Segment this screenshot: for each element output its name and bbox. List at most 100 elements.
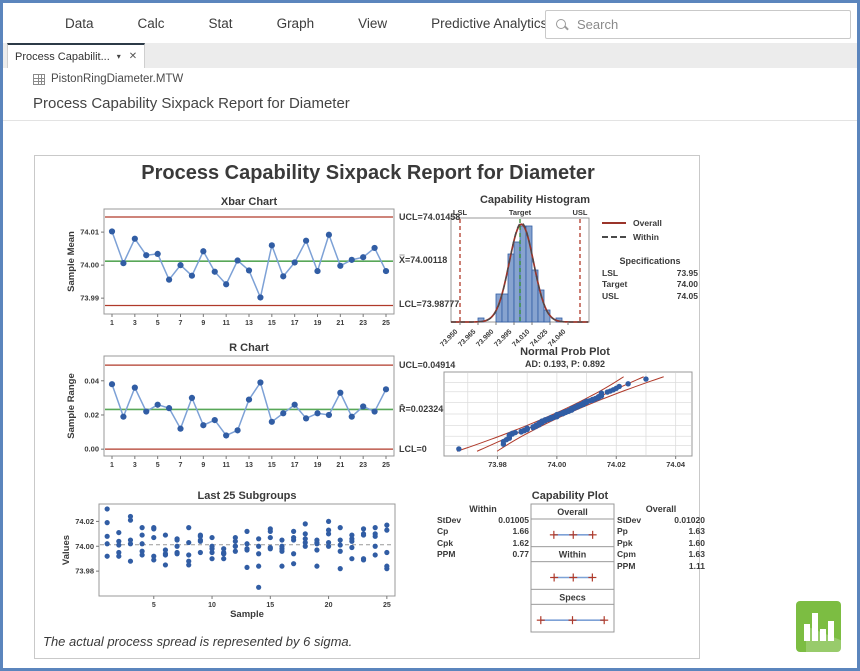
menu-data[interactable]: Data (65, 16, 94, 31)
report-canvas: 73.9974.0074.01135791113151719212325Samp… (35, 156, 699, 658)
xbar-lcl-label: LCL=73.98777 (399, 299, 459, 309)
search-icon (555, 18, 569, 32)
svg-text:73.98: 73.98 (75, 567, 94, 576)
divider (3, 120, 857, 121)
minitab-window: Data Calc Stat Graph View Predictive Ana… (0, 0, 860, 671)
svg-text:25: 25 (382, 462, 390, 469)
menu-view[interactable]: View (358, 16, 387, 31)
worksheet-grid-icon (33, 74, 45, 85)
svg-text:0.02: 0.02 (84, 410, 99, 419)
svg-text:15: 15 (266, 602, 274, 609)
worksheet-name[interactable]: PistonRingDiameter.MTW (51, 73, 183, 85)
histogram-title: Capability Histogram (440, 194, 630, 206)
svg-text:3: 3 (133, 320, 137, 327)
capability-plot-title: Capability Plot (435, 490, 705, 502)
svg-text:0.00: 0.00 (84, 445, 99, 454)
r-center-label: R̄=0.02324 (399, 404, 443, 414)
svg-text:7: 7 (179, 462, 183, 469)
svg-text:74.02: 74.02 (75, 517, 94, 526)
r-lcl-label: LCL=0 (399, 444, 427, 454)
svg-text:74.00: 74.00 (547, 460, 566, 469)
svg-text:21: 21 (336, 462, 344, 469)
svg-text:21: 21 (336, 320, 344, 327)
bar-chart-icon (804, 613, 836, 641)
svg-text:Values: Values (61, 535, 72, 565)
svg-text:Overall: Overall (557, 507, 588, 517)
within-stats: Within StDev0.01005 Cp1.66 Cpk1.62 PPM0.… (437, 504, 529, 561)
svg-text:73.99: 73.99 (80, 294, 99, 303)
chevron-down-icon[interactable]: ▾ (117, 52, 121, 61)
r-chart-title: R Chart (99, 342, 399, 354)
svg-text:Sample Mean: Sample Mean (66, 231, 77, 292)
svg-text:13: 13 (245, 462, 253, 469)
xbar-center-label: X̿=74.00118 (399, 255, 447, 265)
svg-text:74.04: 74.04 (666, 460, 686, 469)
menu-calc[interactable]: Calc (138, 16, 165, 31)
svg-text:10: 10 (208, 602, 216, 609)
svg-text:74.01: 74.01 (80, 228, 99, 237)
histogram-legend: Overall Within (602, 218, 698, 246)
tab-process-capability[interactable]: Process Capabilit... ▾ ✕ (7, 43, 145, 68)
search-placeholder: Search (577, 17, 618, 32)
overall-line-icon (602, 222, 626, 224)
menu-graph[interactable]: Graph (277, 16, 315, 31)
svg-text:23: 23 (359, 320, 367, 327)
svg-text:74.00: 74.00 (80, 261, 99, 270)
svg-text:15: 15 (268, 462, 276, 469)
svg-text:73.98: 73.98 (488, 460, 507, 469)
svg-text:17: 17 (291, 462, 299, 469)
svg-text:19: 19 (314, 320, 322, 327)
svg-text:Specs: Specs (559, 592, 586, 602)
svg-text:1: 1 (110, 462, 114, 469)
svg-text:5: 5 (152, 602, 156, 609)
search-input[interactable]: Search (545, 10, 851, 39)
svg-text:25: 25 (383, 602, 391, 609)
r-ucl-label: UCL=0.04914 (399, 360, 455, 370)
xbar-ucl-label: UCL=74.01458 (399, 212, 460, 222)
svg-text:19: 19 (314, 462, 322, 469)
prob-plot-subtitle: AD: 0.193, P: 0.892 (430, 359, 700, 369)
svg-text:15: 15 (268, 320, 276, 327)
svg-text:1: 1 (110, 320, 114, 327)
within-line-icon (602, 236, 626, 238)
prob-plot-title: Normal Prob Plot (430, 346, 700, 358)
close-icon[interactable]: ✕ (129, 51, 137, 62)
svg-text:11: 11 (222, 320, 230, 327)
tab-strip: Process Capabilit... ▾ ✕ (3, 43, 857, 68)
svg-text:9: 9 (201, 320, 205, 327)
svg-text:Target: Target (509, 208, 532, 217)
svg-text:23: 23 (359, 462, 367, 469)
svg-text:USL: USL (573, 208, 588, 217)
svg-text:74.02: 74.02 (607, 460, 626, 469)
svg-text:5: 5 (156, 462, 160, 469)
legend-within-label: Within (633, 232, 659, 242)
menu-stat[interactable]: Stat (209, 16, 233, 31)
svg-text:Within: Within (559, 550, 586, 560)
svg-text:0.04: 0.04 (84, 376, 99, 385)
legend-overall-label: Overall (633, 218, 662, 228)
sixpack-report: 73.9974.0074.01135791113151719212325Samp… (34, 155, 700, 659)
overall-stats: Overall StDev0.01020 Pp1.63 Ppk1.60 Cpm1… (617, 504, 705, 572)
report-title: Process Capability Sixpack Report for Di… (35, 162, 701, 185)
xbar-chart-title: Xbar Chart (99, 196, 399, 208)
svg-text:17: 17 (291, 320, 299, 327)
specifications-header: Specifications (602, 256, 698, 266)
svg-text:Sample Range: Sample Range (66, 373, 77, 438)
svg-text:25: 25 (382, 320, 390, 327)
svg-text:13: 13 (245, 320, 253, 327)
svg-text:74.00: 74.00 (75, 542, 94, 551)
tab-label: Process Capabilit... (15, 51, 110, 63)
specifications-block: Specifications LSL73.95 Target74.00 USL7… (602, 256, 698, 302)
worksheet-row: PistonRingDiameter.MTW (33, 73, 183, 85)
svg-text:20: 20 (325, 602, 333, 609)
svg-text:9: 9 (201, 462, 205, 469)
report-footer-note: The actual process spread is represented… (43, 634, 352, 649)
page-title: Process Capability Sixpack Report for Di… (33, 95, 350, 112)
svg-text:7: 7 (179, 320, 183, 327)
minitab-app-icon[interactable] (796, 601, 841, 652)
svg-text:3: 3 (133, 462, 137, 469)
subgroups-title: Last 25 Subgroups (95, 490, 399, 502)
svg-text:5: 5 (156, 320, 160, 327)
subgroups-xlabel: Sample (99, 609, 395, 620)
svg-text:11: 11 (222, 462, 230, 469)
